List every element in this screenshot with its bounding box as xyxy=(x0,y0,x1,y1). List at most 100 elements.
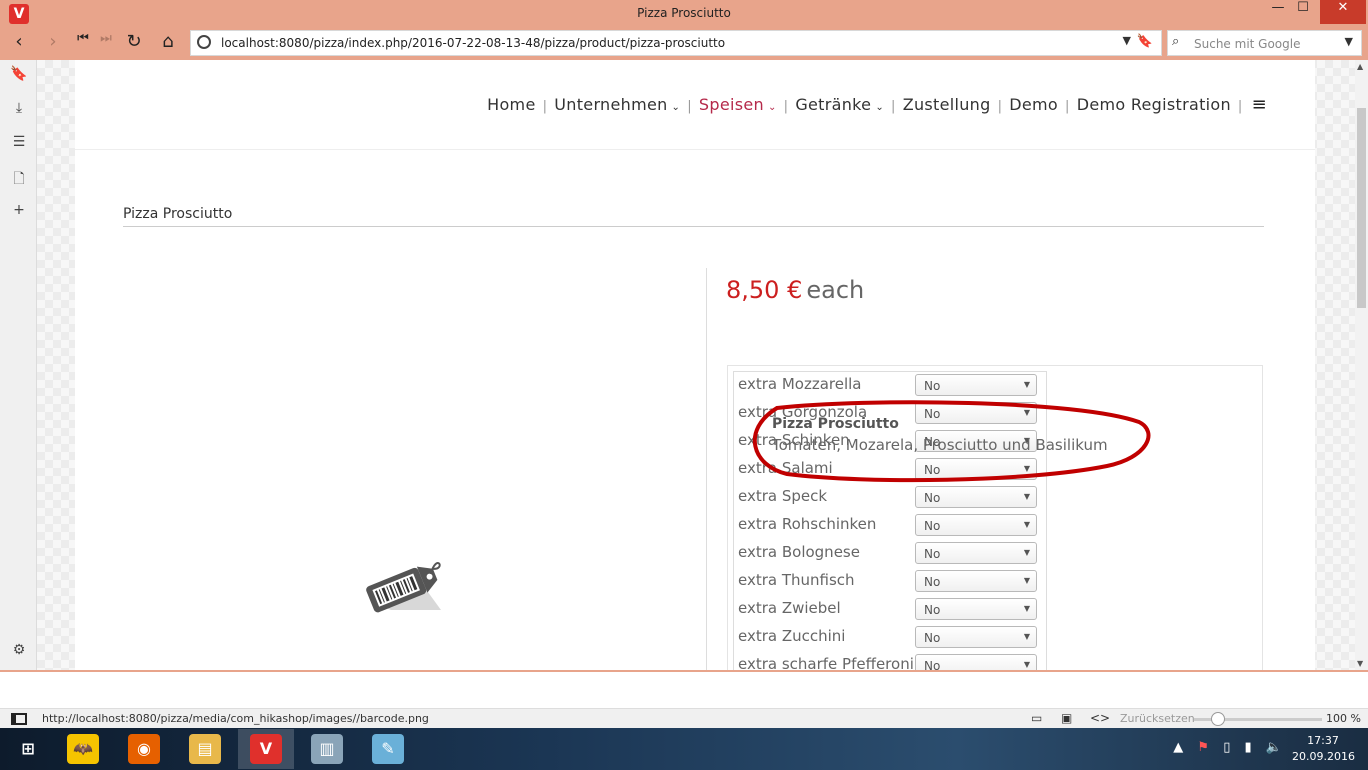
chevron-down-icon: ▼ xyxy=(1023,604,1030,613)
page-actions-icon[interactable]: <> xyxy=(1090,711,1110,725)
explorer-app-icon: ▤ xyxy=(189,734,221,764)
barcode-tag-icon[interactable] xyxy=(361,558,447,614)
page-scrollbar[interactable]: ▲ ▼ xyxy=(1355,60,1368,670)
product-image-area xyxy=(123,268,706,670)
option-row: extra Speck No ▼ xyxy=(734,484,1048,512)
option-row: extra scharfe Pfefferoni No ▼ xyxy=(734,652,1048,670)
menu-item-speisen[interactable]: Speisen ⌄ xyxy=(699,95,777,114)
option-select-value: No xyxy=(924,519,941,533)
product-title: Pizza Prosciutto xyxy=(123,206,233,222)
downloads-icon[interactable]: ⤓ xyxy=(9,100,29,120)
monitor-app[interactable]: ▥ xyxy=(299,729,355,769)
browser-side-panel: 🔖 ⤓ ☰ 🗋 + ⚙ xyxy=(0,60,37,670)
option-select-value: No xyxy=(924,603,941,617)
menu-item-zustellung[interactable]: Zustellung xyxy=(903,95,991,114)
windows-taskbar: ⊞ 🦇 ◉ ▤ V ▥ ✎ ▲ ⚑ ▯ ▮ 🔈 17:37 20.09.2016 xyxy=(0,728,1368,770)
notepad-app-icon: ✎ xyxy=(372,734,404,764)
hamburger-menu-icon[interactable]: ≡ xyxy=(1252,94,1267,115)
option-row: extra Rohschinken No ▼ xyxy=(734,512,1048,540)
clock-time: 17:37 xyxy=(1307,734,1339,747)
option-select[interactable]: No ▼ xyxy=(915,570,1037,592)
page-tiling-icon[interactable]: ▭ xyxy=(1031,711,1042,725)
menu-label: Getränke xyxy=(795,95,872,114)
option-label: extra Thunfisch xyxy=(738,571,855,589)
reload-icon[interactable]: ↻ xyxy=(121,31,147,57)
page-icon[interactable]: 🗋 xyxy=(9,168,29,188)
monitor-app-icon: ▥ xyxy=(311,734,343,764)
site-header: Home | Unternehmen ⌄ | Speisen ⌄ | Getränke ⌄ | Zus… xyxy=(75,60,1315,150)
zoom-reset-label[interactable]: Zurücksetzen xyxy=(1120,712,1195,725)
fastforward-icon[interactable]: ⏭ xyxy=(93,31,119,57)
chevron-down-icon: ⌄ xyxy=(671,102,681,113)
images-icon[interactable]: ▣ xyxy=(1061,711,1072,725)
toggle-panel-icon[interactable] xyxy=(11,713,27,725)
batman-app[interactable]: 🦇 xyxy=(55,729,111,769)
network-icon[interactable]: ▮ xyxy=(1245,740,1252,755)
page-container: Home | Unternehmen ⌄ | Speisen ⌄ | Getränke ⌄ | Zus… xyxy=(75,60,1315,670)
annotation-circle xyxy=(752,400,1151,483)
menu-item-demo[interactable]: Demo xyxy=(1009,95,1058,114)
option-select[interactable]: No ▼ xyxy=(915,654,1037,670)
add-panel-icon[interactable]: + xyxy=(9,202,29,222)
menu-separator: | xyxy=(1237,99,1243,114)
tray-expand-icon[interactable]: ▲ xyxy=(1173,740,1183,755)
option-select-value: No xyxy=(924,547,941,561)
search-engine-dropdown-icon[interactable]: ▼ xyxy=(1345,35,1353,48)
title-divider xyxy=(123,226,1264,227)
battery-icon[interactable]: ▯ xyxy=(1223,740,1230,755)
scroll-down-icon[interactable]: ▼ xyxy=(1357,659,1363,668)
menu-separator: | xyxy=(542,99,548,114)
option-select[interactable]: No ▼ xyxy=(915,486,1037,508)
close-button[interactable]: ✕ xyxy=(1320,0,1366,24)
home-icon[interactable]: ⌂ xyxy=(155,31,181,57)
explorer-app[interactable]: ▤ xyxy=(177,729,233,769)
volume-icon[interactable]: 🔈 xyxy=(1266,740,1282,755)
menu-item-demo-registration[interactable]: Demo Registration xyxy=(1077,95,1231,114)
site-info-icon[interactable] xyxy=(197,35,211,49)
notepad-app[interactable]: ✎ xyxy=(360,729,416,769)
vivaldi-app-icon: V xyxy=(250,734,282,764)
clock[interactable]: 17:37 20.09.2016 xyxy=(1292,733,1355,765)
search-icon: ⌕ xyxy=(1172,34,1180,49)
menu-item-getraenke[interactable]: Getränke ⌄ xyxy=(795,95,884,114)
menu-item-home[interactable]: Home xyxy=(487,95,535,114)
bookmarks-icon[interactable]: 🔖 xyxy=(9,66,29,86)
back-icon[interactable]: ‹ xyxy=(6,31,32,57)
zoom-level: 100 % xyxy=(1326,712,1361,725)
start-button[interactable]: ⊞ xyxy=(0,729,56,769)
forward-icon[interactable]: › xyxy=(40,31,66,57)
menu-item-unternehmen[interactable]: Unternehmen ⌄ xyxy=(554,95,680,114)
menu-label: Home xyxy=(487,95,536,114)
url-field[interactable]: localhost:8080/pizza/index.php/2016-07-2… xyxy=(190,30,1162,56)
option-select[interactable]: No ▼ xyxy=(915,598,1037,620)
main-menu: Home | Unternehmen ⌄ | Speisen ⌄ | Getränke ⌄ | Zus… xyxy=(487,94,1267,115)
menu-separator: | xyxy=(687,99,692,114)
menu-label: Unternehmen xyxy=(554,95,668,114)
start-button-icon: ⊞ xyxy=(21,739,35,758)
bookmark-page-icon[interactable]: 🔖 xyxy=(1137,34,1153,49)
option-select[interactable]: No ▼ xyxy=(915,626,1037,648)
search-field[interactable]: ⌕ Suche mit Google ▼ xyxy=(1167,30,1362,56)
action-center-icon[interactable]: ⚑ xyxy=(1197,740,1209,755)
price-value: 8,50 € xyxy=(726,276,803,304)
zoom-slider-knob[interactable] xyxy=(1211,712,1225,726)
search-placeholder[interactable]: Suche mit Google xyxy=(1194,37,1300,51)
option-select[interactable]: No ▼ xyxy=(915,514,1037,536)
url-text[interactable]: localhost:8080/pizza/index.php/2016-07-2… xyxy=(221,36,725,50)
option-select-value: No xyxy=(924,631,941,645)
firefox-app[interactable]: ◉ xyxy=(116,729,172,769)
vivaldi-app[interactable]: V xyxy=(238,729,294,769)
option-select-value: No xyxy=(924,379,941,393)
scroll-up-icon[interactable]: ▲ xyxy=(1357,62,1363,71)
column-divider xyxy=(706,268,707,670)
settings-gear-icon[interactable]: ⚙ xyxy=(9,642,29,662)
scrollbar-thumb[interactable] xyxy=(1357,108,1366,308)
chevron-down-icon: ▼ xyxy=(1023,632,1030,641)
menu-separator: | xyxy=(783,99,789,114)
maximize-button[interactable]: ☐ xyxy=(1289,0,1317,24)
notes-icon[interactable]: ☰ xyxy=(9,134,29,154)
minimize-button[interactable]: — xyxy=(1264,0,1292,24)
option-select[interactable]: No ▼ xyxy=(915,542,1037,564)
option-select[interactable]: No ▼ xyxy=(915,374,1037,396)
url-history-dropdown-icon[interactable]: ▼ xyxy=(1123,34,1131,47)
